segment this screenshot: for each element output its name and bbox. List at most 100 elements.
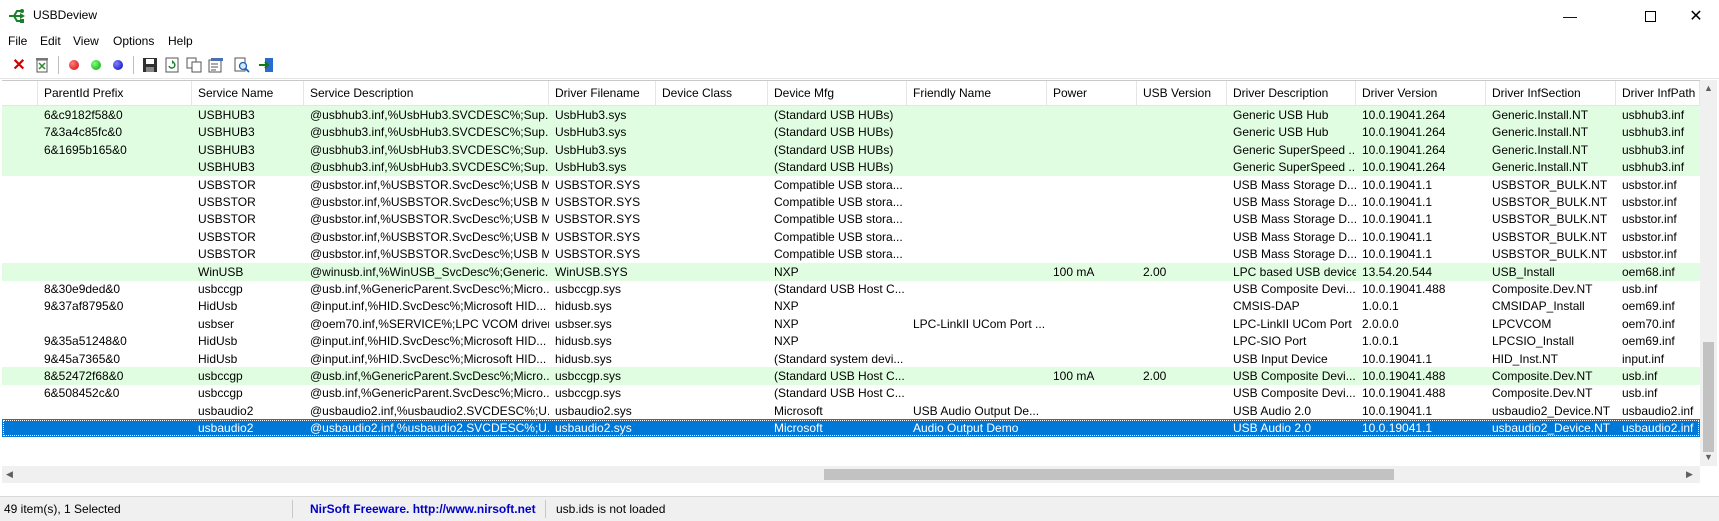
cell-driver-filename: hidusb.sys [555,334,612,349]
table-row[interactable]: USBSTOR @usbstor.inf,%USBSTOR.SvcDesc%;US… [2,193,1700,211]
cell-service-description: @input.inf,%HID.SvcDesc%;Microsoft HID..… [310,351,547,366]
cell-driver-infsection: Generic.Install.NT [1492,160,1589,175]
column-header-driver-infpath[interactable]: Driver InfPath [1616,81,1700,105]
cell-power [1047,332,1137,350]
scroll-up-icon[interactable]: ▲ [1704,83,1713,93]
table-row[interactable]: 6&1695b165&0 USBHUB3 @usbhub3.inf,%UsbHub3… [2,140,1700,159]
column-header-blank[interactable] [2,81,38,105]
table-row[interactable]: 8&52472f68&0 usbccgp @usb.inf,%GenericPare… [2,367,1700,385]
menu-edit[interactable]: Edit [40,34,61,48]
cell-driver-infpath: usbstor.inf [1622,229,1677,244]
table-row[interactable]: 8&30e9ded&0 usbccgp @usb.inf,%GenericParen… [2,280,1700,298]
cell-power [1047,315,1137,333]
table-row[interactable]: usbaudio2 @usbaudio2.inf,%usbaudio2.SVCDE… [2,402,1700,420]
cell-driver-infsection: USBSTOR_BULK.NT [1492,177,1608,192]
cell-device-mfg: (Standard system devi... [774,351,904,366]
menu-view[interactable]: View [73,34,99,48]
table-row[interactable]: WinUSB @winusb.inf,%WinUSB_SvcDesc%;Gener… [2,262,1700,281]
cell-driver-description: LPC based USB device [1233,264,1356,279]
cell-power: 100 mA [1053,369,1095,383]
refresh-button[interactable] [162,55,182,75]
menu-file[interactable]: File [8,34,27,48]
cell-service-description: @usbaudio2.inf,%usbaudio2.SVCDESC%;U... [310,403,549,418]
column-header-device-mfg[interactable]: Device Mfg [768,81,907,105]
cell-service-name: USBSTOR [198,177,256,192]
table-row[interactable]: 6&508452c&0 usbccgp @usb.inf,%GenericParen… [2,384,1700,402]
delete-button[interactable]: ✕ [9,55,29,75]
scroll-down-icon[interactable]: ▼ [1704,452,1713,462]
cell-service-description: @winusb.inf,%WinUSB_SvcDesc%;Generic... [310,264,549,279]
cell-friendly-name [907,106,1047,124]
table-row-selected[interactable]: usbaudio2 @usbaudio2.inf,%usbaudio2.SVCDE… [2,419,1700,438]
column-header-parentid-prefix[interactable]: ParentId Prefix [38,81,192,105]
cell-service-description: @usb.inf,%GenericParent.SvcDesc%;Micro..… [310,369,549,383]
table-row[interactable]: USBSTOR @usbstor.inf,%USBSTOR.SvcDesc%;US… [2,176,1700,194]
disable-button[interactable] [64,55,84,75]
status-divider [292,500,293,518]
enable-button[interactable] [86,55,106,75]
exit-icon [259,58,273,72]
cell-power [1047,384,1137,402]
maximize-button[interactable] [1627,0,1673,32]
copy-button[interactable] [184,55,204,75]
cell-device-class [656,176,768,194]
table-row[interactable]: 7&3a4c85fc&0 USBHUB3 @usbhub3.inf,%UsbHub3… [2,123,1700,142]
table-row[interactable]: USBSTOR @usbstor.inf,%USBSTOR.SvcDesc%;US… [2,210,1700,228]
cell-device-mfg: Compatible USB stora... [774,247,903,262]
uninstall-button[interactable] [32,55,52,75]
cell-driver-version: 10.0.19041.264 [1362,160,1446,175]
window-title: USBDeview [33,8,98,22]
cell-device-mfg: (Standard USB HUBs) [774,160,894,175]
status-item-count: 49 item(s), 1 Selected [4,502,121,516]
table-row[interactable]: usbser @oem70.inf,%SERVICE%;LPC VCOM driv… [2,315,1700,333]
scroll-right-icon[interactable]: ▶ [1686,469,1693,480]
column-header-driver-version[interactable]: Driver Version [1356,81,1486,105]
column-header-driver-infsection[interactable]: Driver InfSection [1486,81,1616,105]
horizontal-scrollbar[interactable]: ◀ ▶ [2,466,1700,483]
cell-parentid-prefix: 8&52472f68&0 [44,369,124,383]
cell-driver-version: 10.0.19041.1 [1362,351,1433,366]
device-list[interactable]: ParentId Prefix Service Name Service Des… [2,80,1700,467]
menu-bar: File Edit View Options Help [0,32,1719,52]
cell-driver-version: 10.0.19041.1 [1362,229,1433,244]
cell-power [1047,158,1137,176]
table-row[interactable]: USBSTOR @usbstor.inf,%USBSTOR.SvcDesc%;US… [2,245,1700,263]
refresh-icon [165,57,179,73]
nirsoft-link[interactable]: NirSoft Freeware. http://www.nirsoft.net [310,501,536,517]
vertical-scrollbar[interactable]: ▲ ▼ [1700,80,1717,466]
find-button[interactable] [232,55,252,75]
disable-enable-button[interactable] [108,55,128,75]
cell-usb-version [1137,245,1227,263]
cell-driver-infsection: Generic.Install.NT [1492,125,1589,140]
cell-parentid-prefix: 9&37af8795&0 [44,299,124,314]
column-header-driver-filename[interactable]: Driver Filename [549,81,656,105]
column-header-friendly-name[interactable]: Friendly Name [907,81,1047,105]
vertical-scroll-thumb[interactable] [1703,342,1714,452]
menu-options[interactable]: Options [113,34,154,48]
cell-power [1047,280,1137,298]
column-header-service-description[interactable]: Service Description [304,81,549,105]
column-header-usb-version[interactable]: USB Version [1137,81,1227,105]
table-row[interactable]: 9&45a7365&0 HidUsb @input.inf,%HID.SvcDesc… [2,350,1700,368]
table-row[interactable]: 6&c9182f58&0 USBHUB3 @usbhub3.inf,%UsbHub3… [2,106,1700,124]
properties-button[interactable] [206,55,226,75]
exit-button[interactable] [256,55,276,75]
scroll-left-icon[interactable]: ◀ [6,469,13,480]
cell-service-name: HidUsb [198,299,238,314]
menu-help[interactable]: Help [168,34,193,48]
horizontal-scroll-thumb[interactable] [824,469,1394,480]
column-header-power[interactable]: Power [1047,81,1137,105]
minimize-button[interactable]: — [1547,0,1593,32]
column-header-device-class[interactable]: Device Class [656,81,768,105]
table-row[interactable]: 9&37af8795&0 HidUsb @input.inf,%HID.SvcDes… [2,297,1700,315]
table-row[interactable]: USBSTOR @usbstor.inf,%USBSTOR.SvcDesc%;US… [2,228,1700,246]
column-header-service-name[interactable]: Service Name [192,81,304,105]
save-button[interactable] [140,55,160,75]
close-button[interactable]: ✕ [1673,0,1719,32]
cell-device-class [656,315,768,333]
table-row[interactable]: 9&35a51248&0 HidUsb @input.inf,%HID.SvcDes… [2,332,1700,350]
column-header-driver-description[interactable]: Driver Description [1227,81,1356,105]
cell-usb-version [1137,106,1227,124]
table-row[interactable]: USBHUB3 @usbhub3.inf,%UsbHub3.SVCDESC%;Su… [2,158,1700,177]
cell-parentid-prefix: 6&1695b165&0 [44,142,127,157]
